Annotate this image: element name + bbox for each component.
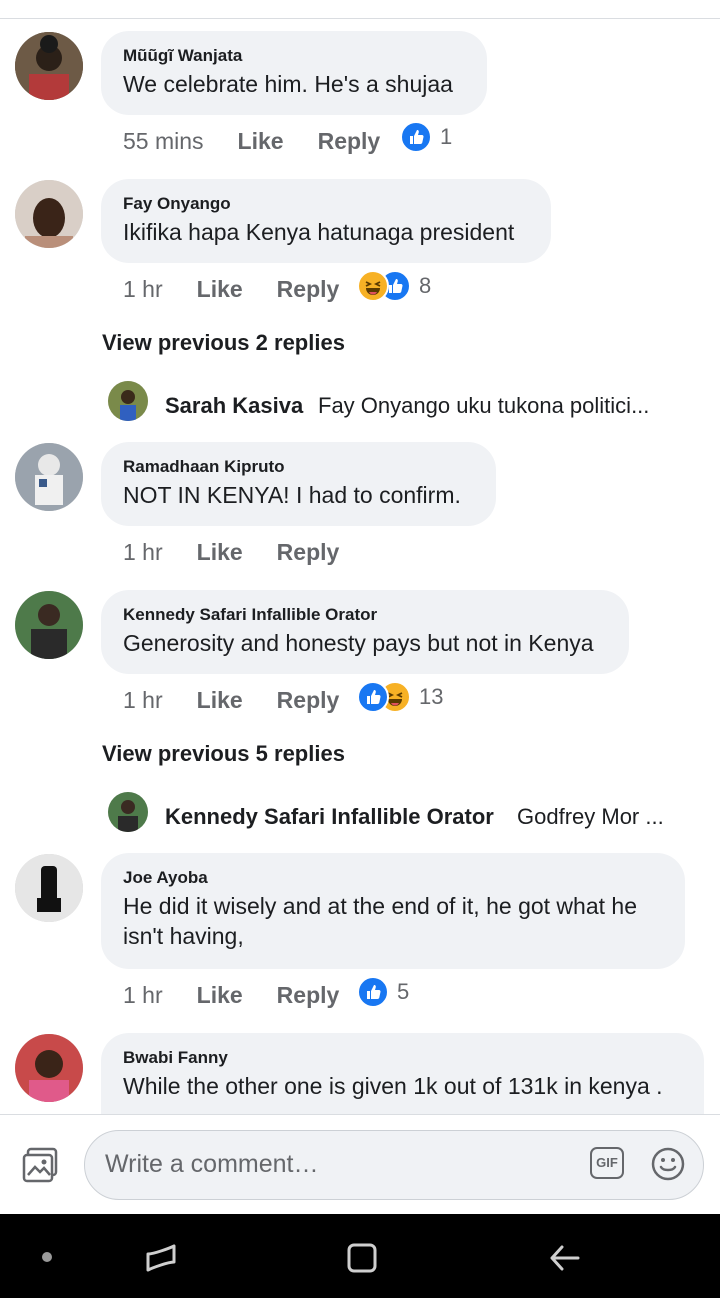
comment-time[interactable]: 1 hr — [123, 276, 163, 303]
comment-text: While the other one is given 1k out of 1… — [123, 1073, 663, 1099]
comment-time[interactable]: 1 hr — [123, 687, 163, 714]
gif-label: GIF — [596, 1155, 618, 1170]
comment-author[interactable]: Joe Ayoba — [123, 867, 663, 889]
system-navigation-bar — [0, 1214, 720, 1298]
comment-bubble[interactable]: Mũũgĩ Wanjata We celebrate him. He's a s… — [101, 31, 487, 115]
like-button[interactable]: Like — [197, 982, 243, 1009]
reply-button[interactable]: Reply — [277, 539, 340, 566]
avatar[interactable] — [15, 591, 83, 659]
comment-text: NOT IN KENYA! I had to confirm. — [123, 482, 461, 508]
comment-text: Ikifika hapa Kenya hatunaga president — [123, 219, 515, 245]
reply-author[interactable]: Kennedy Safari Infallible Orator — [165, 804, 494, 830]
avatar[interactable] — [108, 792, 148, 832]
home-icon[interactable] — [346, 1242, 378, 1274]
comment-text: He did it wisely and at the end of it, h… — [123, 893, 637, 949]
comment-actions: 1 hr Like Reply — [123, 539, 339, 566]
comment-bubble[interactable]: Ramadhaan Kipruto NOT IN KENYA! I had to… — [101, 442, 496, 526]
comment-author[interactable]: Bwabi Fanny — [123, 1047, 682, 1069]
comment-text: We celebrate him. He's a shujaa — [123, 71, 453, 97]
comment-actions: 1 hr Like Reply — [123, 982, 339, 1009]
avatar[interactable] — [15, 1034, 83, 1102]
comment-input[interactable]: Write a comment… GIF — [84, 1130, 704, 1200]
avatar[interactable] — [108, 381, 148, 421]
like-button[interactable]: Like — [238, 128, 284, 155]
recents-icon[interactable] — [144, 1242, 178, 1274]
reaction-count: 1 — [440, 124, 453, 149]
reply-button[interactable]: Reply — [318, 128, 381, 155]
reply-button[interactable]: Reply — [277, 687, 340, 714]
gif-icon[interactable]: GIF — [590, 1147, 624, 1179]
view-previous-replies[interactable]: View previous 2 replies — [102, 330, 345, 356]
comment-text: Generosity and honesty pays but not in K… — [123, 630, 594, 656]
like-button[interactable]: Like — [197, 687, 243, 714]
reaction-count: 13 — [419, 684, 444, 709]
comment-author[interactable]: Kennedy Safari Infallible Orator — [123, 604, 607, 626]
comment-composer: Write a comment… GIF — [0, 1114, 720, 1215]
avatar[interactable] — [15, 443, 83, 511]
reply-author[interactable]: Sarah Kasiva — [165, 393, 303, 419]
reply-preview[interactable]: Sarah Kasiva Fay Onyango uku tukona poli… — [0, 379, 720, 429]
reaction-summary[interactable]: 1 — [400, 121, 452, 153]
reply-button[interactable]: Reply — [277, 982, 340, 1009]
reaction-summary[interactable]: 5 — [357, 976, 409, 1008]
like-icon — [357, 976, 389, 1008]
reply-snippet: Fay Onyango uku tukona politici... — [318, 393, 650, 418]
avatar[interactable] — [15, 32, 83, 100]
comment-author[interactable]: Ramadhaan Kipruto — [123, 456, 474, 478]
reply-button[interactable]: Reply — [277, 276, 340, 303]
comment-time[interactable]: 1 hr — [123, 539, 163, 566]
emoji-icon[interactable] — [650, 1146, 686, 1182]
comment-actions: 1 hr Like Reply — [123, 276, 339, 303]
like-button[interactable]: Like — [197, 539, 243, 566]
view-previous-replies[interactable]: View previous 5 replies — [102, 741, 345, 767]
nav-dot — [42, 1252, 52, 1262]
photo-icon[interactable] — [22, 1147, 60, 1183]
reaction-count: 8 — [419, 273, 432, 298]
comment-author[interactable]: Fay Onyango — [123, 193, 529, 215]
comment-time[interactable]: 1 hr — [123, 982, 163, 1009]
like-button[interactable]: Like — [197, 276, 243, 303]
avatar[interactable] — [15, 180, 83, 248]
reply-snippet: Godfrey Mor ... — [517, 804, 664, 829]
haha-icon — [357, 270, 389, 302]
like-icon — [400, 121, 432, 153]
like-icon — [357, 681, 389, 713]
reaction-summary[interactable]: 13 — [357, 681, 443, 713]
comment-actions: 1 hr Like Reply — [123, 687, 339, 714]
reaction-count: 5 — [397, 979, 410, 1004]
reply-preview[interactable]: Kennedy Safari Infallible Orator Godfrey… — [0, 790, 720, 840]
comment-actions: 55 mins Like Reply — [123, 128, 380, 155]
back-icon[interactable] — [548, 1242, 580, 1274]
comment-placeholder: Write a comment… — [105, 1150, 319, 1178]
avatar[interactable] — [15, 854, 83, 922]
reaction-summary[interactable]: 8 — [357, 270, 431, 302]
top-divider — [0, 18, 720, 19]
comment-bubble[interactable]: Kennedy Safari Infallible Orator Generos… — [101, 590, 629, 674]
comment-author[interactable]: Mũũgĩ Wanjata — [123, 45, 465, 67]
comment-bubble[interactable]: Joe Ayoba He did it wisely and at the en… — [101, 853, 685, 969]
comment-bubble[interactable]: Fay Onyango Ikifika hapa Kenya hatunaga … — [101, 179, 551, 263]
comment-time[interactable]: 55 mins — [123, 128, 204, 155]
